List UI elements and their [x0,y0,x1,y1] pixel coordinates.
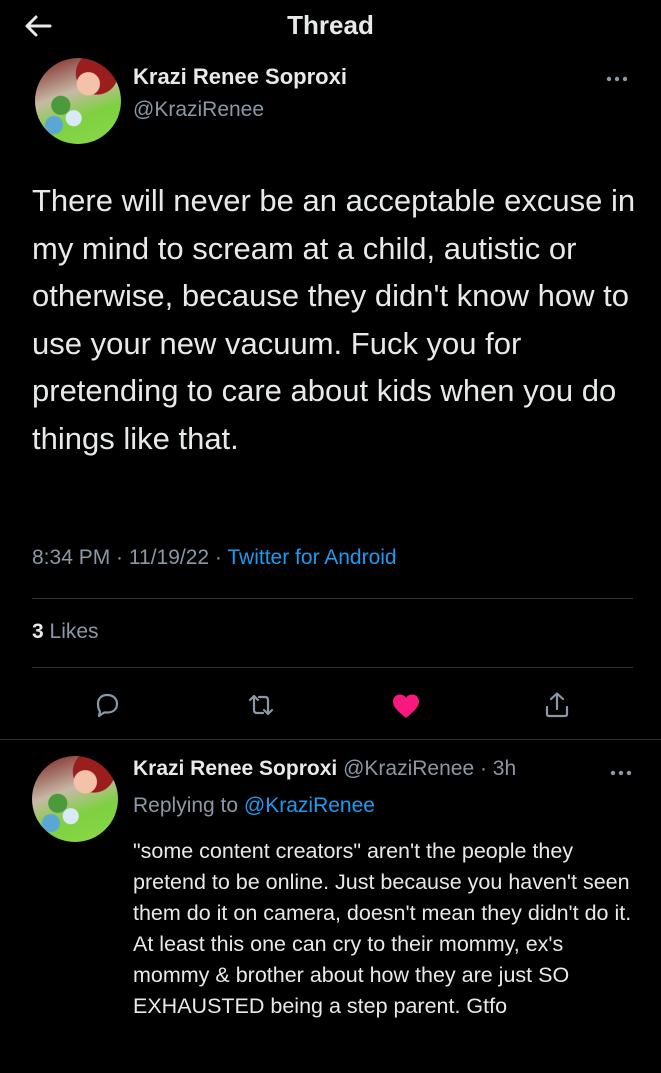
author-handle[interactable]: @KraziRenee [133,98,264,122]
divider [32,598,633,599]
tweet-time: 8:34 PM [32,546,111,569]
replying-to-label: Replying to [133,794,244,817]
likes-label: Likes [43,620,99,643]
share-icon[interactable] [540,688,574,722]
likes-number: 3 [32,620,44,643]
tweet-source-link[interactable]: Twitter for Android [227,546,396,569]
more-options-icon[interactable] [604,71,630,82]
author-display-name[interactable]: Krazi Renee Soproxi [133,64,347,90]
separator: · [209,546,228,569]
reply-header: Krazi Renee Soproxi @KraziRenee · 3h [133,757,516,781]
more-options-icon[interactable] [608,765,634,776]
reply-icon[interactable] [90,688,124,722]
avatar[interactable] [35,58,121,144]
separator: · [110,546,129,569]
tweet-metadata: 8:34 PM · 11/19/22 · Twitter for Android [32,546,397,570]
likes-count-link[interactable]: 3 Likes [32,620,99,644]
page-title: Thread [287,10,374,40]
separator: · [474,757,493,780]
heart-icon[interactable] [389,689,423,723]
retweet-icon[interactable] [244,688,278,722]
tweet-text: There will never be an acceptable excuse… [32,183,636,456]
reply-avatar[interactable] [32,756,118,842]
reply-text: "some content creators" aren't the peopl… [133,839,632,1018]
reply-age: 3h [492,757,517,780]
replying-to-mention[interactable]: @KraziRenee [244,794,375,817]
replying-to: Replying to @KraziRenee [133,794,375,818]
reply-author-handle[interactable]: @KraziRenee [343,757,474,780]
reply-author-display-name[interactable]: Krazi Renee Soproxi [133,757,337,780]
divider [0,739,661,740]
tweet-date: 11/19/22 [128,546,210,569]
divider [32,667,633,668]
